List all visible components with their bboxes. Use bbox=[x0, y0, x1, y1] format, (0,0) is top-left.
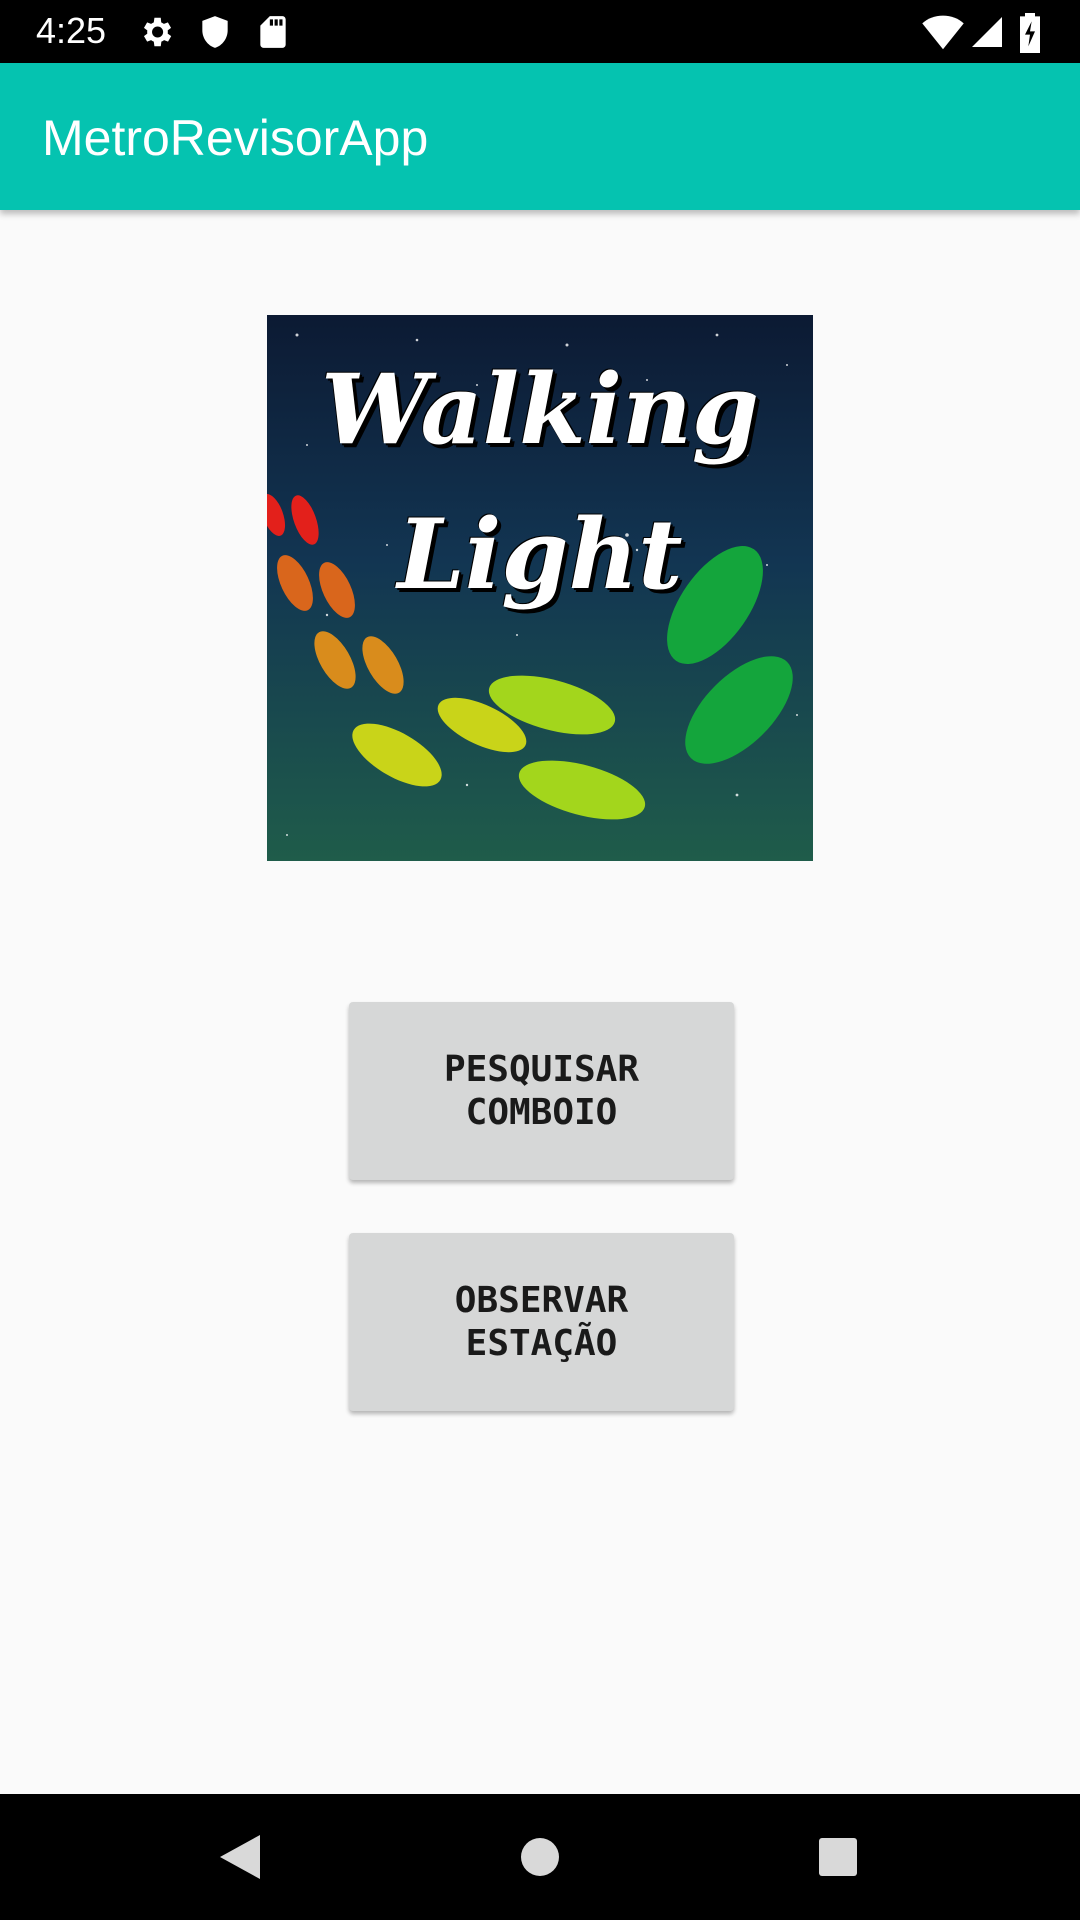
search-train-button-label: PESQUISAR COMBOIO bbox=[443, 1049, 640, 1133]
back-icon bbox=[220, 1835, 260, 1879]
observe-station-button[interactable]: OBSERVAR ESTAÇÃO bbox=[349, 1233, 734, 1411]
app-bar: MetroRevisorApp bbox=[0, 63, 1080, 210]
status-bar: 4:25 bbox=[0, 0, 1080, 63]
walking-light-logo: Walking Light bbox=[267, 315, 813, 861]
recents-button[interactable] bbox=[758, 1794, 918, 1920]
back-button[interactable] bbox=[160, 1794, 320, 1920]
logo-text-walking: Walking bbox=[320, 353, 760, 466]
app-title: MetroRevisorApp bbox=[42, 110, 429, 166]
logo-text-light: Light bbox=[397, 498, 683, 611]
recents-icon bbox=[819, 1838, 857, 1876]
gear-icon bbox=[137, 13, 175, 51]
observe-station-button-label: OBSERVAR ESTAÇÃO bbox=[454, 1280, 629, 1364]
wifi-icon bbox=[922, 13, 964, 51]
sd-card-icon bbox=[254, 13, 292, 51]
shield-icon bbox=[196, 13, 234, 51]
battery-charging-icon bbox=[1018, 13, 1056, 53]
search-train-button[interactable]: PESQUISAR COMBOIO bbox=[349, 1002, 734, 1180]
status-time: 4:25 bbox=[36, 10, 107, 51]
cell-signal-icon bbox=[969, 13, 1007, 51]
home-icon bbox=[521, 1838, 559, 1876]
home-button[interactable] bbox=[460, 1794, 620, 1920]
navigation-bar bbox=[0, 1794, 1080, 1920]
